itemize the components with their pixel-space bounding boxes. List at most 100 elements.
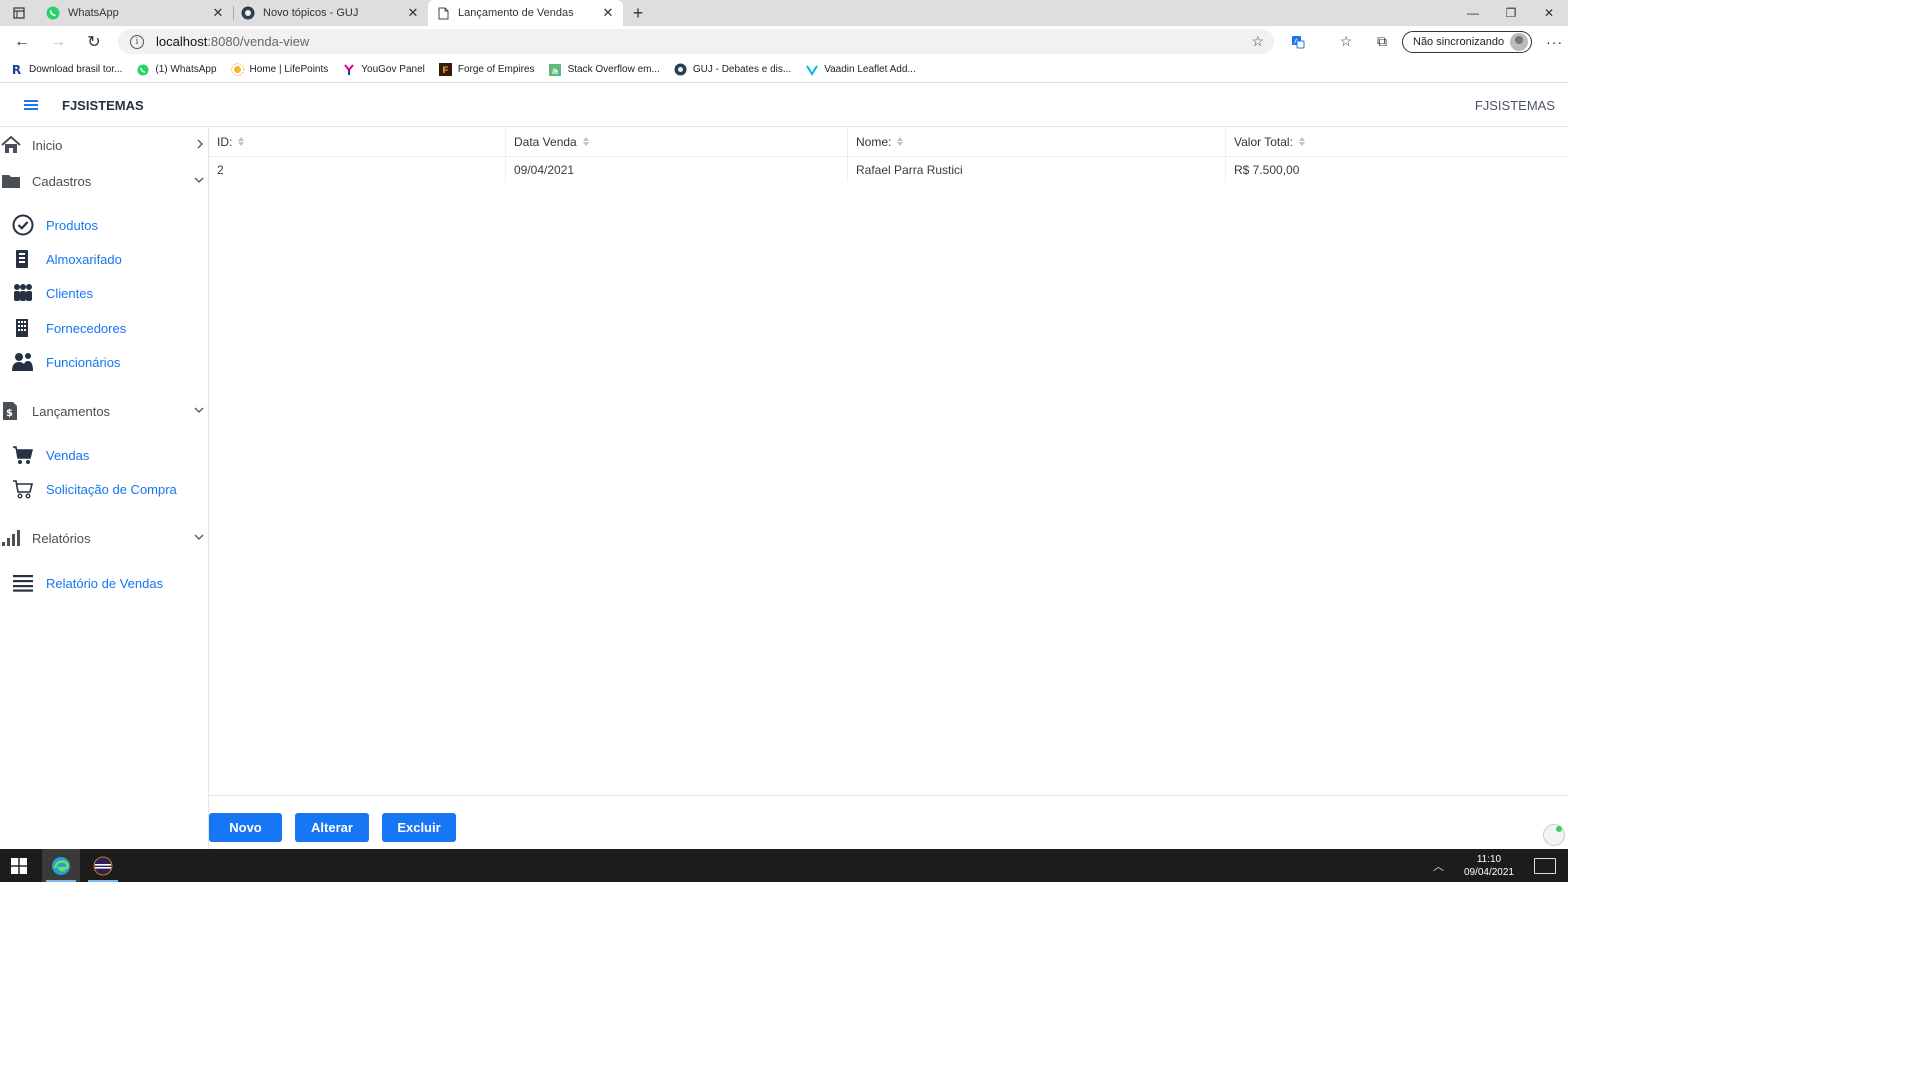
- column-label: Valor Total:: [1234, 134, 1293, 149]
- chevron-up-icon[interactable]: ︿: [1433, 858, 1444, 874]
- menu-toggle-button[interactable]: [0, 84, 62, 127]
- close-tab-icon[interactable]: ✕: [406, 5, 420, 21]
- sidebar-label: Vendas: [46, 447, 90, 463]
- browser-tab-strip: WhatsApp ✕ Novo tópicos - GUJ ✕ Lançamen…: [0, 0, 1568, 26]
- hamburger-icon: [24, 100, 38, 110]
- sidebar-label: Fornecedores: [46, 320, 127, 336]
- forge-icon: F: [438, 63, 452, 76]
- clock[interactable]: 11:10 09/04/2021: [1464, 853, 1514, 879]
- column-header-id[interactable]: ID:: [209, 127, 506, 156]
- bookmark-item[interactable]: F Forge of Empires: [438, 63, 535, 76]
- restore-icon[interactable]: ❐: [1492, 0, 1530, 26]
- sidebar-label: Inicio: [32, 137, 63, 153]
- chevron-down-icon: [194, 534, 204, 540]
- folder-icon: [0, 173, 32, 189]
- user-tie-icon: [0, 352, 46, 372]
- edge-taskbar-icon[interactable]: [42, 849, 80, 882]
- forward-icon[interactable]: →: [40, 33, 76, 51]
- sidebar-item-relatorio-vendas[interactable]: Relatório de Vendas: [0, 568, 209, 598]
- column-label: ID:: [217, 134, 233, 149]
- sidebar-label: Cadastros: [32, 173, 92, 189]
- back-icon[interactable]: ←: [4, 33, 40, 51]
- bookmark-item[interactable]: Stack Overflow em...: [549, 63, 660, 76]
- app-title-right: FJSISTEMAS: [1474, 97, 1555, 113]
- eclipse-taskbar-icon[interactable]: [84, 849, 122, 882]
- sidebar-item-clientes[interactable]: Clientes: [0, 278, 209, 308]
- close-window-icon[interactable]: ✕: [1530, 0, 1568, 26]
- reload-icon[interactable]: ↻: [76, 32, 112, 52]
- bookmark-item[interactable]: R Download brasil tor...: [10, 63, 123, 77]
- whatsapp-icon: [136, 63, 149, 76]
- close-tab-icon[interactable]: ✕: [211, 5, 225, 21]
- sort-icon[interactable]: [238, 137, 245, 146]
- column-header-valor-total[interactable]: Valor Total:: [1226, 127, 1568, 156]
- column-label: Nome:: [856, 134, 892, 149]
- bookmark-label: YouGov Panel: [361, 64, 425, 75]
- sort-icon[interactable]: [1298, 137, 1305, 146]
- app-header: FJSISTEMAS FJSISTEMAS: [0, 84, 1568, 127]
- browser-tab-whatsapp[interactable]: WhatsApp ✕: [38, 0, 233, 26]
- excluir-button[interactable]: Excluir: [382, 813, 456, 842]
- sidebar: Inicio Cadastros Produtos Almoxarifado C…: [0, 127, 209, 849]
- sidebar-group-relatorios[interactable]: Relatórios: [0, 520, 209, 556]
- close-tab-icon[interactable]: ✕: [601, 5, 615, 21]
- sidebar-group-lancamentos[interactable]: $ Lançamentos: [0, 393, 209, 429]
- sidebar-label: Clientes: [46, 285, 93, 301]
- dev-tools-badge-icon[interactable]: [1543, 824, 1565, 846]
- sidebar-item-solicitacao-compra[interactable]: Solicitação de Compra: [0, 474, 209, 504]
- add-favorite-icon[interactable]: ☆: [1251, 33, 1264, 50]
- favorites-icon[interactable]: ☆: [1328, 33, 1364, 50]
- bookmark-item[interactable]: Vaadin Leaflet Add...: [805, 63, 916, 76]
- windows-start-icon[interactable]: [0, 849, 38, 882]
- tab-title: Lançamento de Vendas: [458, 7, 574, 19]
- table-cell: Rafael Parra Rustici: [848, 157, 1226, 182]
- bookmark-label: Vaadin Leaflet Add...: [824, 64, 916, 75]
- new-tab-button[interactable]: +: [623, 0, 653, 26]
- minimize-icon[interactable]: —: [1454, 0, 1492, 26]
- table-cell: 09/04/2021: [506, 157, 848, 182]
- window-controls: — ❐ ✕: [1454, 0, 1568, 26]
- profile-label: Não sincronizando: [1413, 35, 1505, 48]
- bookmark-label: GUJ - Debates e dis...: [692, 64, 792, 75]
- alterar-button[interactable]: Alterar: [295, 813, 369, 842]
- collections-icon[interactable]: ⧉: [1364, 33, 1400, 50]
- bookmark-item[interactable]: GUJ - Debates e dis...: [674, 63, 791, 76]
- guj-icon: [241, 6, 255, 20]
- browser-tab-guj[interactable]: Novo tópicos - GUJ ✕: [233, 0, 428, 26]
- page-icon: [436, 6, 450, 20]
- sidebar-group-cadastros[interactable]: Cadastros: [0, 163, 209, 199]
- bookmark-label: Home | LifePoints: [249, 64, 329, 75]
- browser-tab-lancamento-vendas[interactable]: Lançamento de Vendas ✕: [428, 0, 623, 26]
- sidebar-item-produtos[interactable]: Produtos: [0, 210, 209, 240]
- sidebar-item-funcionarios[interactable]: Funcionários: [0, 347, 209, 377]
- sidebar-item-inicio[interactable]: Inicio: [0, 127, 209, 163]
- address-bar[interactable]: i localhost:8080/venda-view ☆: [118, 29, 1274, 54]
- table-row[interactable]: 2 09/04/2021 Rafael Parra Rustici R$ 7.5…: [209, 157, 1568, 182]
- tab-actions-button[interactable]: [0, 0, 38, 26]
- url-text[interactable]: localhost:8080/venda-view: [156, 34, 309, 49]
- table-cell: 2: [209, 157, 506, 182]
- site-info-icon[interactable]: i: [130, 34, 144, 49]
- notification-center-icon[interactable]: [1534, 857, 1556, 874]
- check-circle-icon: [0, 214, 46, 236]
- translate-icon[interactable]: A: [1280, 35, 1316, 49]
- sort-icon[interactable]: [897, 137, 904, 146]
- bookmark-item[interactable]: Home | LifePoints: [230, 63, 329, 76]
- more-options-icon[interactable]: ···: [1546, 34, 1563, 50]
- chevron-right-icon: [197, 139, 203, 149]
- column-header-data-venda[interactable]: Data Venda: [506, 127, 848, 156]
- system-tray: ︿ 11:10 09/04/2021: [1433, 849, 1568, 882]
- profile-button[interactable]: Não sincronizando: [1402, 30, 1533, 53]
- sort-icon[interactable]: [582, 137, 589, 146]
- sidebar-item-almoxarifado[interactable]: Almoxarifado: [0, 244, 209, 274]
- office-building-icon: [0, 318, 46, 338]
- svg-text:$: $: [6, 408, 13, 419]
- novo-button[interactable]: Novo: [209, 813, 282, 842]
- column-header-nome[interactable]: Nome:: [848, 127, 1226, 156]
- clock-time: 11:10: [1476, 853, 1502, 865]
- sidebar-item-vendas[interactable]: Vendas: [0, 440, 209, 470]
- bookmark-item[interactable]: (1) WhatsApp: [136, 63, 217, 76]
- home-icon: [0, 136, 32, 154]
- bookmark-item[interactable]: YouGov Panel: [342, 63, 425, 76]
- sidebar-item-fornecedores[interactable]: Fornecedores: [0, 313, 209, 343]
